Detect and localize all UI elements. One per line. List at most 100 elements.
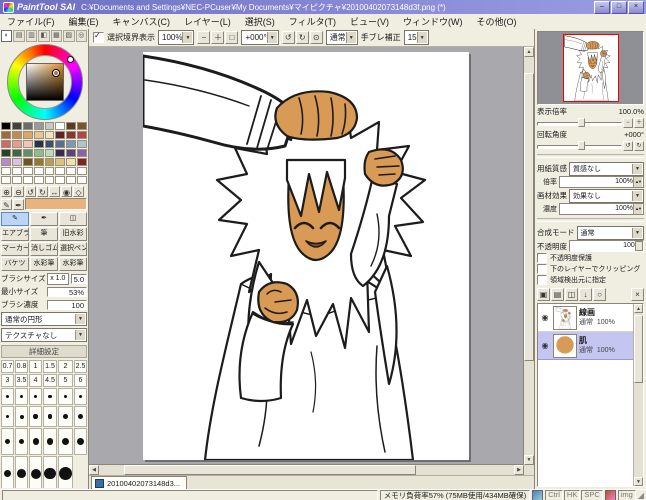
brush-size-preset[interactable] — [1, 388, 15, 405]
brush-size-preset[interactable]: 2.5 — [73, 360, 87, 373]
scroll-up-icon[interactable]: ▲ — [524, 47, 534, 57]
min-size-value[interactable]: 53% — [47, 286, 87, 297]
color-swatch[interactable] — [77, 158, 87, 166]
menu-item[interactable]: キャンバス(C) — [106, 14, 178, 29]
color-swatch[interactable] — [55, 149, 66, 157]
document-tab[interactable]: 20100402073148d3... — [91, 476, 187, 489]
eraser-tool[interactable]: 消しゴム — [30, 242, 58, 256]
pen-icon[interactable]: ✒ — [13, 198, 24, 210]
eyedropper-icon[interactable]: ◉ — [61, 186, 72, 197]
watercolor2-tool[interactable]: 水彩筆 — [59, 257, 87, 271]
rotate-reset-button[interactable]: ⊙ — [309, 31, 323, 44]
brush-size-preset[interactable] — [29, 456, 43, 488]
brush-size-preset[interactable]: 3 — [1, 374, 15, 387]
menu-item[interactable]: ファイル(F) — [0, 14, 62, 29]
color-swatch[interactable] — [44, 140, 55, 148]
scroll-down-icon[interactable]: ▼ — [634, 477, 643, 486]
zoom-select[interactable]: 100% — [158, 30, 195, 45]
color-swatch[interactable] — [44, 167, 55, 175]
menu-item[interactable]: ウィンドウ(W) — [396, 14, 470, 29]
texture-scale-spinner[interactable]: 100% — [559, 176, 644, 188]
color-swatch[interactable] — [55, 131, 66, 139]
layer-visibility-icon[interactable]: ◉ — [539, 341, 551, 350]
stabilizer-select[interactable]: 15 — [403, 30, 429, 45]
color-swatch[interactable] — [55, 167, 66, 175]
brush-size-preset[interactable] — [57, 406, 73, 427]
bucket-tool[interactable]: バケツ — [1, 257, 29, 271]
color-swatch[interactable] — [66, 167, 77, 175]
brush-size-preset[interactable]: 6 — [73, 374, 87, 387]
blend-mode-select[interactable]: 通常 — [576, 225, 644, 240]
color-swatch[interactable] — [66, 140, 77, 148]
brush-size-preset[interactable] — [57, 428, 73, 455]
navigator-thumbnail[interactable] — [562, 34, 619, 102]
watercolor-tool[interactable]: 水彩筆 — [30, 257, 58, 271]
zoom-out-button[interactable]: − — [197, 31, 211, 44]
nav-angle-slider[interactable]: ↺ ↻ — [537, 140, 644, 151]
brush-size-preset[interactable] — [1, 406, 15, 427]
brush-size-preset[interactable] — [15, 456, 29, 488]
rotate-ccw-button[interactable]: ↺ — [281, 31, 295, 44]
close-button[interactable]: × — [628, 0, 644, 14]
merge-down-icon[interactable]: ↓ — [579, 287, 592, 301]
layer-option[interactable]: 領域検出元に指定 — [537, 274, 644, 285]
brush-size-preset[interactable]: 1.5 — [43, 360, 57, 373]
brush-size-preset[interactable] — [29, 388, 43, 405]
effect-scale-spinner[interactable]: 100% — [559, 203, 644, 215]
nav-zoom-out-button[interactable]: − — [623, 117, 633, 128]
zoom-reset-button[interactable]: □ — [225, 31, 239, 44]
menu-item[interactable]: ビュー(V) — [343, 14, 396, 29]
color-swatch[interactable] — [11, 158, 22, 166]
color-swatch[interactable] — [44, 122, 55, 130]
layer-row[interactable]: ◉ 肌 通常 100% — [538, 332, 634, 360]
binder-tool[interactable]: ◫ — [59, 212, 87, 226]
nav-zoom-thumb[interactable] — [577, 118, 585, 127]
color-swatch[interactable] — [33, 167, 44, 175]
opacity-slider[interactable]: 100% — [569, 240, 644, 252]
move-icon[interactable]: ↔ — [49, 186, 60, 197]
color-swatch[interactable] — [66, 122, 77, 130]
saturation-value-square[interactable] — [26, 63, 64, 101]
brush-size-preset[interactable] — [57, 456, 73, 488]
color-swatch[interactable] — [11, 140, 22, 148]
color-swatch[interactable] — [55, 176, 66, 184]
menu-item[interactable]: 編集(E) — [62, 14, 106, 29]
brush-shape-select[interactable]: 通常の円形 — [1, 312, 87, 326]
color-swatch[interactable] — [66, 149, 77, 157]
brush-size-preset[interactable]: 1 — [29, 360, 43, 373]
brush-size-preset[interactable] — [15, 428, 29, 455]
color-swatch[interactable] — [55, 158, 66, 166]
color-swatch[interactable] — [1, 167, 11, 175]
zoom-in-icon[interactable]: ⊕ — [1, 186, 12, 197]
color-swatch[interactable] — [22, 158, 33, 166]
brush-size-preset[interactable] — [1, 456, 15, 488]
color-swatch[interactable] — [55, 140, 66, 148]
layer-option[interactable]: 下のレイヤーでクリッピング — [537, 263, 644, 274]
rotate-ccw-icon[interactable]: ↺ — [25, 186, 36, 197]
canvas-vertical-scrollbar[interactable]: ▲ ▼ — [523, 47, 534, 465]
color-swatch[interactable] — [1, 122, 11, 130]
v-scroll-thumb[interactable] — [524, 72, 534, 362]
paint-mode-select[interactable]: 通常 — [325, 30, 358, 45]
brush-size-preset[interactable] — [43, 406, 57, 427]
menu-item[interactable]: レイヤー(L) — [177, 14, 238, 29]
layer-scrollbar[interactable]: ▲ ▼ — [633, 304, 643, 486]
color-swatch[interactable] — [44, 158, 55, 166]
clear-layer-icon[interactable]: ○ — [593, 287, 606, 301]
nav-zoom-slider[interactable]: − ＋ — [537, 117, 644, 128]
color-swatch[interactable] — [22, 131, 33, 139]
brush-size-unit-select[interactable]: x 1.0 — [47, 272, 69, 285]
rotate-cw-icon[interactable]: ↻ — [37, 186, 48, 197]
brush-tool[interactable]: 筆 — [30, 227, 58, 241]
brush-texture-select[interactable]: テクスチャなし — [1, 328, 87, 342]
angle-select[interactable]: +000° — [241, 30, 279, 45]
color-swatch[interactable] — [22, 122, 33, 130]
color-swatch[interactable] — [77, 167, 87, 175]
paper-texture-select[interactable]: 質感なし — [569, 161, 644, 176]
brush-size-preset[interactable]: 0.7 — [1, 360, 15, 373]
checkbox[interactable] — [537, 252, 547, 263]
pencil-icon[interactable]: ✎ — [1, 198, 12, 210]
color-swatch[interactable] — [66, 131, 77, 139]
color-swatch[interactable] — [77, 131, 87, 139]
layer-scroll-thumb[interactable] — [634, 315, 643, 383]
